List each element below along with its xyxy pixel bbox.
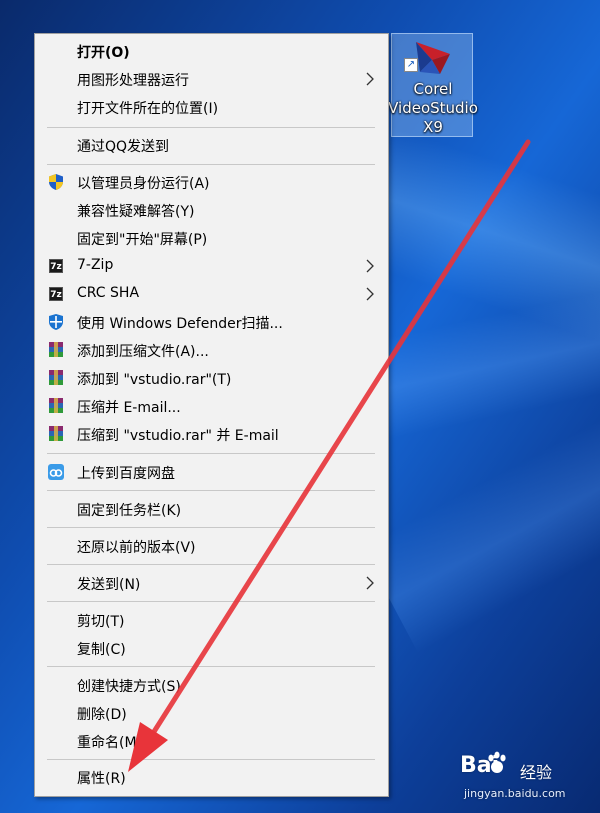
menu-item-compress-to-vstudio-rar-and-email[interactable]: 压缩到 "vstudio.rar" 并 E-mail [35,420,388,448]
winrar-icon [49,426,63,441]
menu-separator [47,127,375,128]
watermark-suffix: 经验 [520,763,553,782]
menu-item-compress-and-email[interactable]: 压缩并 E-mail... [35,392,388,420]
menu-item-upload-baidu-netdisk[interactable]: 上传到百度网盘 [35,458,388,486]
menu-item-add-to-vstudio-rar[interactable]: 添加到 "vstudio.rar"(T) [35,364,388,392]
menu-item-create-shortcut[interactable]: 创建快捷方式(S) [35,671,388,699]
menu-item-restore-previous-versions[interactable]: 还原以前的版本(V) [35,532,388,560]
menu-item-copy[interactable]: 复制(C) [35,634,388,662]
chevron-right-icon [366,72,374,86]
menu-item-7zip[interactable]: 7z 7-Zip [35,252,388,280]
defender-shield-icon [49,314,63,330]
context-menu: 打开(O) 用图形处理器运行 打开文件所在的位置(I) 通过QQ发送到 以管理员… [34,33,389,797]
winrar-icon [49,342,63,357]
watermark-url: jingyan.baidu.com [464,787,566,800]
baidu-jingyan-watermark: Bai 经验 jingyan.baidu.com [460,745,600,807]
menu-item-delete[interactable]: 删除(D) [35,699,388,727]
shortcut-label: Corel VideoStudio X9 [388,80,478,136]
menu-item-crc-sha[interactable]: 7z CRC SHA [35,280,388,308]
menu-item-defender-scan[interactable]: 使用 Windows Defender扫描... [35,308,388,336]
winrar-icon [49,398,63,413]
7zip-icon: 7z [49,287,63,301]
menu-separator [47,490,375,491]
menu-item-pin-to-start[interactable]: 固定到"开始"屏幕(P) [35,224,388,252]
menu-item-pin-to-taskbar[interactable]: 固定到任务栏(K) [35,495,388,523]
menu-separator [47,759,375,760]
menu-separator [47,164,375,165]
baidu-netdisk-icon [48,464,64,480]
menu-separator [47,527,375,528]
baidu-paw-icon [488,751,506,773]
menu-item-rename[interactable]: 重命名(M) [35,727,388,755]
menu-item-run-with-gpu[interactable]: 用图形处理器运行 [35,65,388,93]
menu-item-send-to[interactable]: 发送到(N) [35,569,388,597]
chevron-right-icon [366,287,374,301]
menu-separator [47,601,375,602]
chevron-right-icon [366,259,374,273]
menu-separator [47,564,375,565]
menu-separator [47,453,375,454]
menu-item-add-to-archive[interactable]: 添加到压缩文件(A)... [35,336,388,364]
menu-item-troubleshoot-compatibility[interactable]: 兼容性疑难解答(Y) [35,196,388,224]
desktop-shortcut-corel-videostudio[interactable]: ↗ Corel VideoStudio X9 [388,33,478,137]
shortcut-arrow-icon: ↗ [404,58,418,72]
menu-item-properties[interactable]: 属性(R) [35,763,388,791]
7zip-icon: 7z [49,259,63,273]
winrar-icon [49,370,63,385]
menu-separator [47,666,375,667]
menu-item-run-as-admin[interactable]: 以管理员身份运行(A) [35,168,388,196]
menu-item-send-via-qq[interactable]: 通过QQ发送到 [35,131,388,159]
menu-item-cut[interactable]: 剪切(T) [35,606,388,634]
menu-item-open[interactable]: 打开(O) [35,37,388,65]
uac-shield-icon [49,174,63,190]
chevron-right-icon [366,576,374,590]
menu-item-open-file-location[interactable]: 打开文件所在的位置(I) [35,93,388,121]
